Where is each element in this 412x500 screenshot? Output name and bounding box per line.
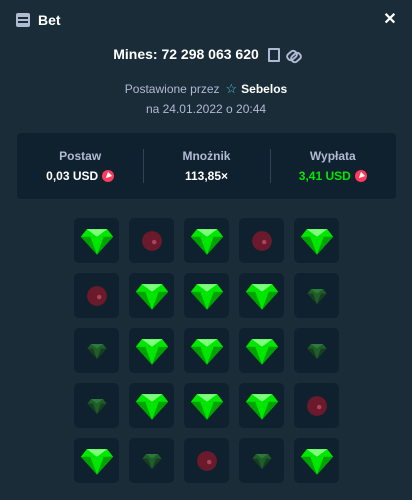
gem-icon	[245, 283, 278, 310]
mines-tile	[184, 438, 229, 483]
stake-value-wrap: 0,03 USD	[46, 169, 115, 183]
copy-icon[interactable]	[265, 47, 280, 62]
gem-icon	[190, 393, 223, 420]
mines-tile	[294, 438, 339, 483]
bet-title: Mines: 72 298 063 620	[113, 46, 259, 62]
mine-icon	[251, 230, 272, 251]
mines-tile	[129, 273, 174, 318]
mines-tile	[184, 273, 229, 318]
modal-header: Bet ✕	[0, 0, 412, 40]
gem-icon	[190, 338, 223, 365]
mine-icon	[86, 285, 107, 306]
mines-tile	[129, 383, 174, 428]
placed-by-label: Postawione przez	[124, 82, 220, 96]
gem-icon	[245, 393, 278, 420]
mines-tile	[74, 328, 119, 373]
gem-icon	[300, 448, 333, 475]
multiplier-stat: Mnożnik 113,85×	[143, 133, 269, 199]
multiplier-label: Mnożnik	[182, 149, 231, 163]
gem-dim-icon	[87, 343, 106, 359]
mines-tile	[184, 328, 229, 373]
mines-tile	[129, 438, 174, 483]
gem-icon	[80, 448, 113, 475]
mines-tile	[184, 383, 229, 428]
gem-dim-icon	[87, 398, 106, 414]
gem-icon	[135, 283, 168, 310]
mines-tile	[294, 218, 339, 263]
mines-tile	[294, 273, 339, 318]
modal-title: Bet	[38, 12, 61, 28]
payout-label: Wypłata	[309, 149, 356, 163]
multiplier-value: 113,85×	[184, 169, 229, 183]
mines-tile	[239, 328, 284, 373]
gem-dim-icon	[252, 453, 271, 469]
currency-coin-icon	[102, 170, 115, 182]
gem-icon	[135, 393, 168, 420]
mines-tile	[74, 273, 119, 318]
stake-stat: Postaw 0,03 USD	[17, 133, 143, 199]
mines-tile	[74, 383, 119, 428]
placed-by-row: Postawione przez ☆ Sebelos	[0, 80, 412, 98]
gem-icon	[300, 228, 333, 255]
gem-icon	[135, 338, 168, 365]
mines-tile	[239, 273, 284, 318]
mine-icon	[306, 395, 327, 416]
mine-icon	[196, 450, 217, 471]
mines-tile	[239, 218, 284, 263]
bet-stats-panel: Postaw 0,03 USD Mnożnik 113,85× Wypłata …	[17, 133, 396, 199]
mines-tile	[74, 438, 119, 483]
gem-dim-icon	[307, 288, 326, 304]
bet-title-row: Mines: 72 298 063 620	[0, 42, 412, 66]
payout-stat: Wypłata 3,41 USD	[269, 133, 396, 199]
gem-dim-icon	[307, 343, 326, 359]
user-name[interactable]: Sebelos	[241, 82, 287, 96]
mines-tile	[184, 218, 229, 263]
mines-tile	[239, 383, 284, 428]
mines-grid	[74, 218, 339, 483]
gem-icon	[245, 338, 278, 365]
close-button[interactable]: ✕	[380, 10, 400, 30]
stake-label: Postaw	[59, 149, 102, 163]
gem-icon	[80, 228, 113, 255]
currency-coin-icon	[354, 170, 367, 182]
link-icon[interactable]	[285, 47, 299, 61]
bet-slip-icon	[16, 13, 30, 27]
vip-star-icon: ☆	[225, 81, 238, 96]
gem-icon	[190, 228, 223, 255]
close-icon: ✕	[383, 11, 397, 28]
mine-icon	[141, 230, 162, 251]
payout-value: 3,41 USD	[298, 169, 351, 183]
mines-tile	[129, 328, 174, 373]
mines-tile	[239, 438, 284, 483]
payout-value-wrap: 3,41 USD	[299, 169, 367, 183]
mines-tile	[129, 218, 174, 263]
bet-date: na 24.01.2022 o 20:44	[145, 102, 267, 116]
gem-icon	[190, 283, 223, 310]
mines-tile	[74, 218, 119, 263]
mines-tile	[294, 328, 339, 373]
gem-dim-icon	[142, 453, 161, 469]
mines-tile	[294, 383, 339, 428]
stake-value: 0,03 USD	[46, 169, 99, 183]
